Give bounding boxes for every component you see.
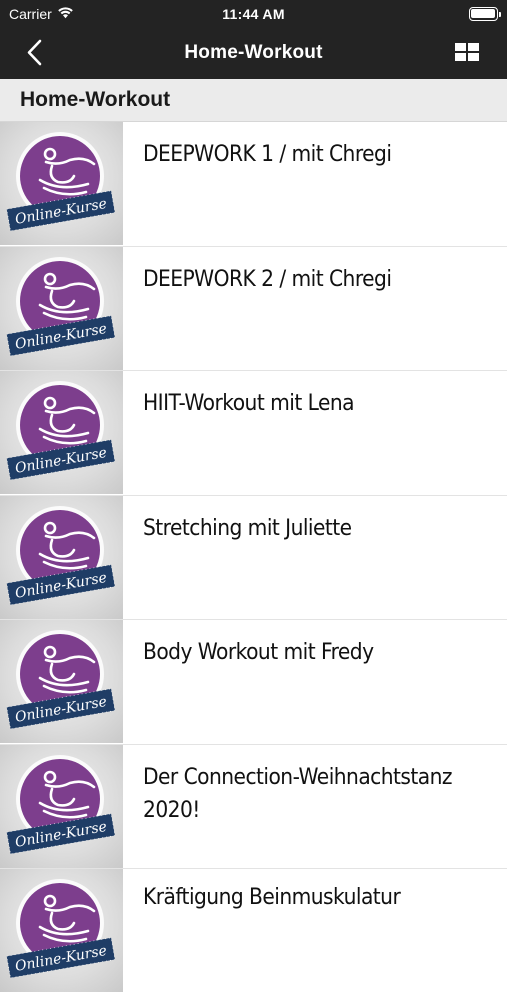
section-header: Home-Workout bbox=[0, 79, 507, 122]
item-title: Stretching mit Juliette bbox=[143, 515, 352, 541]
item-thumbnail: Online-Kurse bbox=[0, 371, 123, 494]
list-item[interactable]: Online-Kurse Body Workout mit Fredy bbox=[0, 620, 507, 745]
online-kurse-logo: Online-Kurse bbox=[6, 754, 116, 854]
grid-icon bbox=[455, 43, 479, 61]
item-thumbnail: Online-Kurse bbox=[0, 122, 123, 245]
status-time: 11:44 AM bbox=[222, 5, 285, 22]
grid-view-button[interactable] bbox=[455, 43, 479, 61]
item-thumbnail: Online-Kurse bbox=[0, 620, 123, 743]
nav-bar: Home-Workout bbox=[0, 27, 507, 79]
online-kurse-logo: Online-Kurse bbox=[6, 256, 116, 356]
battery-icon bbox=[468, 6, 501, 21]
item-title: DEEPWORK 1 / mit Chregi bbox=[143, 142, 392, 167]
online-kurse-logo: Online-Kurse bbox=[6, 132, 116, 232]
item-thumbnail: Online-Kurse bbox=[0, 869, 123, 992]
list-item[interactable]: Online-Kurse HIIT-Workout mit Lena bbox=[0, 371, 507, 496]
item-title: DEEPWORK 2 / mit Chregi bbox=[143, 266, 392, 292]
workout-list: Online-Kurse DEEPWORK 1 / mit Chregi Onl… bbox=[0, 122, 507, 992]
page-title: Home-Workout bbox=[184, 42, 323, 63]
list-item[interactable]: Online-Kurse Kräftigung Beinmuskulatur bbox=[0, 869, 507, 992]
item-thumbnail: Online-Kurse bbox=[0, 495, 123, 619]
back-button[interactable] bbox=[22, 37, 50, 69]
item-title: HIIT-Workout mit Lena bbox=[143, 391, 355, 416]
online-kurse-logo: Online-Kurse bbox=[6, 879, 116, 979]
item-thumbnail: Online-Kurse bbox=[0, 246, 123, 370]
status-bar: Carrier 11:44 AM bbox=[0, 0, 507, 27]
item-thumbnail: Online-Kurse bbox=[0, 744, 123, 868]
chevron-left-icon bbox=[27, 39, 42, 66]
wifi-icon bbox=[57, 6, 74, 22]
online-kurse-logo: Online-Kurse bbox=[6, 630, 116, 730]
item-title: Kräftigung Beinmuskulatur bbox=[143, 885, 401, 910]
item-title: Der Connection-Weihnachtstanz 2020! bbox=[143, 764, 453, 823]
list-item[interactable]: Online-Kurse Der Connection-Weihnachtsta… bbox=[0, 744, 507, 869]
list-item[interactable]: Online-Kurse Stretching mit Juliette bbox=[0, 495, 507, 620]
list-item[interactable]: Online-Kurse DEEPWORK 2 / mit Chregi bbox=[0, 246, 507, 371]
status-right bbox=[378, 6, 501, 21]
item-title: Body Workout mit Fredy bbox=[143, 640, 374, 665]
online-kurse-logo: Online-Kurse bbox=[6, 381, 116, 481]
status-left: Carrier bbox=[9, 6, 129, 22]
carrier-label: Carrier bbox=[9, 5, 52, 22]
list-item[interactable]: Online-Kurse DEEPWORK 1 / mit Chregi bbox=[0, 122, 507, 247]
online-kurse-logo: Online-Kurse bbox=[6, 505, 116, 605]
